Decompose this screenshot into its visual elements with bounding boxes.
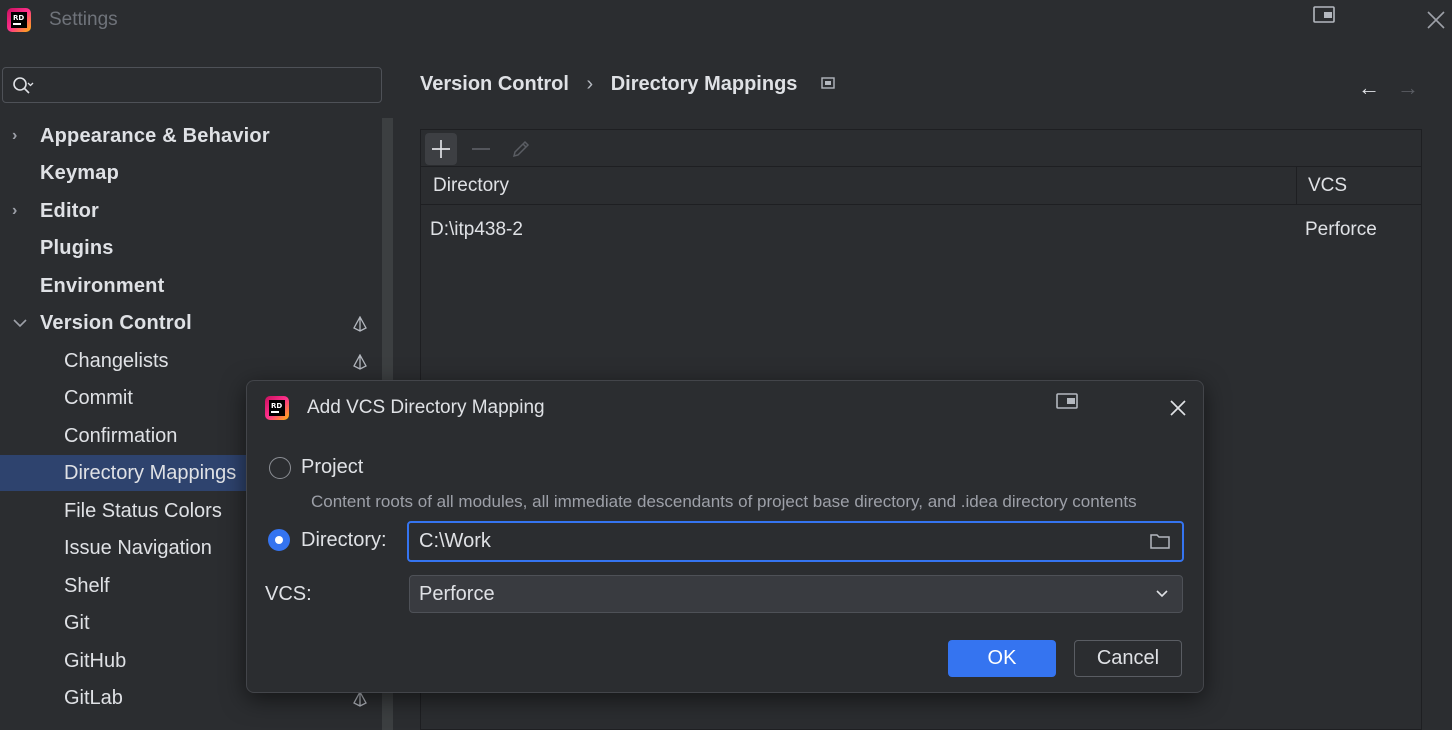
restore-window-icon[interactable]: [1055, 391, 1081, 411]
tree-item-label: GitHub: [64, 650, 127, 672]
directory-input[interactable]: C:\Work: [407, 521, 1184, 562]
tree-item-plugins[interactable]: Plugins: [0, 230, 380, 266]
remove-icon[interactable]: [465, 133, 497, 165]
folder-icon[interactable]: [1149, 531, 1171, 551]
breadcrumb-current: Directory Mappings: [610, 73, 798, 96]
tree-item-directory-mappings[interactable]: Directory Mappings: [0, 455, 250, 491]
ok-button[interactable]: OK: [948, 640, 1056, 677]
tree-item-label: GitLab: [64, 687, 123, 709]
column-divider[interactable]: [1296, 167, 1297, 205]
tree-item-appearance-behavior[interactable]: › Appearance & Behavior: [0, 118, 380, 154]
tree-item-label: Plugins: [40, 237, 114, 259]
rider-logo-icon: RD: [7, 8, 31, 32]
tree-item-label: Keymap: [40, 162, 120, 184]
close-window-icon[interactable]: [1424, 8, 1448, 32]
cell-directory: D:\itp438-2: [430, 219, 523, 240]
page-settings-icon: [821, 77, 835, 89]
tree-item-keymap[interactable]: Keymap: [0, 155, 380, 191]
chevron-right-icon[interactable]: ›: [12, 118, 28, 154]
project-level-icon: [353, 691, 367, 707]
tree-item-label: Appearance & Behavior: [40, 125, 270, 147]
chevron-down-icon[interactable]: [1155, 587, 1169, 601]
project-hint: Content roots of all modules, all immedi…: [311, 492, 1137, 511]
svg-text:RD: RD: [13, 14, 24, 22]
directory-radio-label[interactable]: Directory:: [301, 529, 387, 552]
title-bar: RD Settings: [0, 0, 1452, 52]
edit-pencil-icon[interactable]: [505, 133, 537, 165]
tree-item-label: File Status Colors: [64, 500, 222, 522]
directory-radio[interactable]: [268, 529, 290, 551]
tree-item-label: Commit: [64, 387, 133, 409]
cancel-button[interactable]: Cancel: [1074, 640, 1182, 677]
table-row[interactable]: D:\itp438-2 Perforce: [421, 210, 1421, 250]
svg-text:RD: RD: [271, 402, 282, 410]
tree-item-label: Issue Navigation: [64, 537, 212, 559]
vcs-select-value: Perforce: [419, 583, 495, 605]
chevron-down-icon[interactable]: [12, 317, 28, 329]
directory-input-value: C:\Work: [419, 530, 491, 552]
chevron-right-icon[interactable]: ›: [12, 193, 28, 229]
settings-search-input[interactable]: [2, 67, 382, 103]
restore-window-icon[interactable]: [1313, 5, 1337, 25]
tree-item-version-control[interactable]: Version Control: [0, 305, 380, 341]
rider-logo-icon: RD: [265, 396, 289, 420]
column-header-vcs[interactable]: VCS: [1308, 167, 1347, 205]
vcs-label: VCS:: [265, 583, 312, 605]
search-icon: [13, 77, 34, 94]
breadcrumb-separator: ›: [586, 73, 594, 96]
tree-item-label: Editor: [40, 200, 99, 222]
vcs-select[interactable]: Perforce: [409, 575, 1183, 613]
tree-item-label: Shelf: [64, 575, 110, 597]
tree-item-environment[interactable]: Environment: [0, 268, 380, 304]
dialog-title: Add VCS Directory Mapping: [307, 397, 545, 418]
window-title: Settings: [49, 9, 118, 30]
close-icon[interactable]: [1168, 398, 1188, 418]
tree-item-label: Directory Mappings: [64, 462, 237, 484]
add-vcs-mapping-dialog: RD Add VCS Directory Mapping Project Con…: [246, 380, 1204, 693]
tree-item-editor[interactable]: › Editor: [0, 193, 380, 229]
breadcrumb: Version Control › Directory Mappings: [420, 73, 835, 96]
project-level-icon: [353, 316, 367, 332]
tree-item-label: Environment: [40, 275, 165, 297]
table-header: Directory VCS: [421, 167, 1421, 205]
project-radio-label[interactable]: Project: [301, 456, 363, 479]
tree-item-label: Version Control: [40, 312, 192, 334]
tree-item-label: Confirmation: [64, 425, 178, 447]
tree-item-label: Git: [64, 612, 90, 634]
breadcrumb-parent[interactable]: Version Control: [420, 73, 569, 96]
project-radio[interactable]: [269, 457, 291, 479]
forward-arrow-icon[interactable]: →: [1397, 77, 1419, 99]
column-header-directory[interactable]: Directory: [433, 167, 509, 205]
tree-item-changelists[interactable]: Changelists: [0, 343, 380, 379]
cell-vcs: Perforce: [1305, 219, 1377, 240]
add-icon[interactable]: [425, 133, 457, 165]
tree-item-label: Changelists: [64, 350, 169, 372]
table-toolbar: [421, 130, 1421, 167]
project-level-icon: [353, 354, 367, 370]
back-arrow-icon[interactable]: ←: [1358, 77, 1380, 99]
